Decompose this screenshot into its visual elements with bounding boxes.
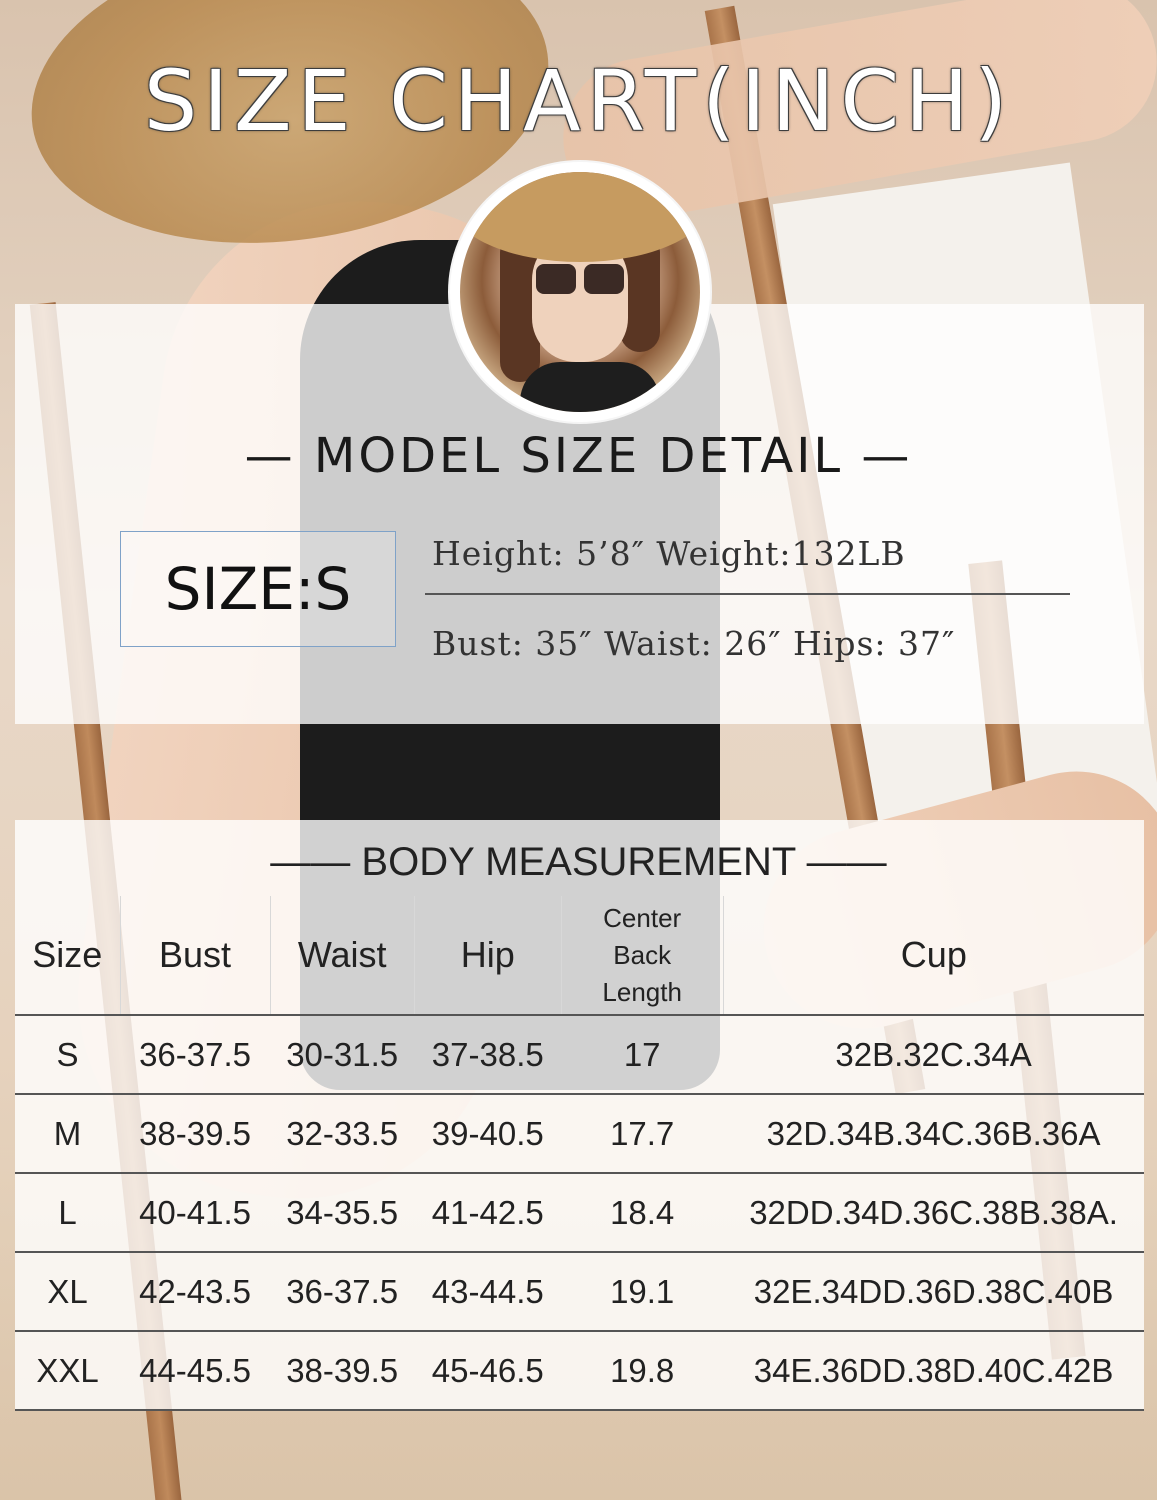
table-header-row: Size Bust Waist Hip Center Back Length Cup	[15, 896, 1144, 1015]
col-header-waist: Waist	[269, 896, 415, 1015]
model-size-badge: SIZE:S	[120, 531, 396, 647]
cell-cup: 32B.32C.34A	[723, 1014, 1144, 1094]
cell-bust: 38-39.5	[120, 1093, 271, 1173]
model-avatar-photo	[460, 172, 700, 412]
cell-hip: 37-38.5	[414, 1014, 562, 1094]
cell-center-back-length: 18.4	[561, 1172, 724, 1252]
cell-size: XL	[15, 1251, 121, 1331]
table-row: L 40-41.5 34-35.5 41-42.5 18.4 32DD.34D.…	[15, 1172, 1144, 1252]
avatar-hat	[460, 172, 700, 262]
cell-center-back-length: 19.8	[561, 1330, 724, 1411]
cell-size: S	[15, 1014, 121, 1094]
page-title: SIZE CHART(INCH)	[143, 52, 1014, 150]
table-row: XXL 44-45.5 38-39.5 45-46.5 19.8 34E.36D…	[15, 1330, 1144, 1411]
cell-size: L	[15, 1172, 121, 1252]
model-size-heading: — MODEL SIZE DETAIL —	[244, 428, 913, 484]
col-header-center-back-length: Center Back Length	[560, 896, 724, 1015]
table-row: M 38-39.5 32-33.5 39-40.5 17.7 32D.34B.3…	[15, 1093, 1144, 1173]
cell-center-back-length: 19.1	[561, 1251, 724, 1331]
cell-cup: 32E.34DD.36D.38C.40B	[723, 1251, 1144, 1331]
cell-size: M	[15, 1093, 121, 1173]
model-bust-waist-hips: Bust: 35″ Waist: 26″ Hips: 37″	[432, 624, 956, 663]
col-header-size: Size	[32, 934, 103, 975]
cell-hip: 41-42.5	[414, 1172, 562, 1252]
cell-bust: 42-43.5	[120, 1251, 271, 1331]
col-header-cbl-line1: Center	[603, 902, 682, 933]
spec-divider	[425, 593, 1070, 595]
cell-bust: 36-37.5	[120, 1014, 271, 1094]
cell-waist: 38-39.5	[270, 1330, 415, 1411]
avatar-body	[520, 362, 660, 412]
cell-waist: 34-35.5	[270, 1172, 415, 1252]
col-header-hip: Hip	[413, 896, 562, 1015]
cell-waist: 30-31.5	[270, 1014, 415, 1094]
col-header-cup: Cup	[722, 896, 1144, 1015]
cell-waist: 32-33.5	[270, 1093, 415, 1173]
cell-bust: 44-45.5	[120, 1330, 271, 1411]
cell-hip: 45-46.5	[414, 1330, 562, 1411]
avatar-sunglasses-right	[584, 264, 624, 294]
cell-hip: 43-44.5	[414, 1251, 562, 1331]
cell-center-back-length: 17	[561, 1014, 724, 1094]
col-header-bust: Bust	[119, 896, 271, 1015]
cell-bust: 40-41.5	[120, 1172, 271, 1252]
col-header-cbl-line2: Back	[613, 939, 672, 970]
size-chart-page: SIZE CHART(INCH) — MODEL SIZE DETAIL — S…	[0, 0, 1157, 1500]
cell-center-back-length: 17.7	[561, 1093, 724, 1173]
cell-hip: 39-40.5	[414, 1093, 562, 1173]
cell-cup: 32D.34B.34C.36B.36A	[723, 1093, 1144, 1173]
table-row: S 36-37.5 30-31.5 37-38.5 17 32B.32C.34A	[15, 1014, 1144, 1094]
col-header-cbl-line3: Length	[602, 976, 682, 1007]
avatar-sunglasses-left	[536, 264, 576, 294]
size-table: Size Bust Waist Hip Center Back Length Cup…	[15, 896, 1144, 1411]
cell-cup: 34E.36DD.38D.40C.42B	[723, 1330, 1144, 1411]
cell-cup: 32DD.34D.36C.38B.38A.	[723, 1172, 1144, 1252]
table-row: XL 42-43.5 36-37.5 43-44.5 19.1 32E.34DD…	[15, 1251, 1144, 1331]
cell-waist: 36-37.5	[270, 1251, 415, 1331]
model-height-weight: Height: 5’8″ Weight:132LB	[432, 534, 906, 573]
model-avatar	[450, 162, 710, 422]
cell-size: XXL	[15, 1330, 121, 1411]
body-measurement-heading: —— BODY MEASUREMENT ——	[270, 840, 887, 884]
